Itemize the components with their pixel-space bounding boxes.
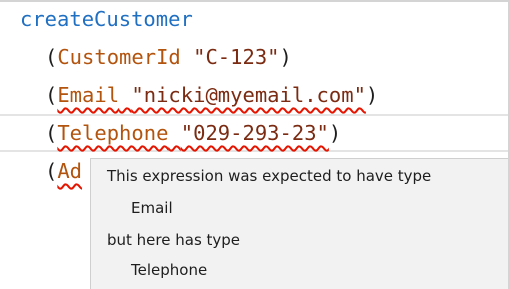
close-paren: ) [279,45,292,69]
code-line-email[interactable]: (Email "nicki@myemail.com") [0,76,510,114]
open-paren: ( [45,45,58,69]
close-paren: ) [328,121,342,145]
open-paren: ( [45,83,58,107]
code-line-create-customer[interactable]: createCustomer [0,0,510,38]
field-name: Ad [57,159,83,183]
code-editor[interactable]: createCustomer (CustomerId "C-123") (Ema… [0,0,510,289]
error-squiggle[interactable]: Email "nicki@myemail.com" [57,83,366,107]
code-line-telephone[interactable]: (Telephone "029-293-23") [0,114,508,152]
function-name: createCustomer [20,7,193,31]
field-name: Telephone [57,121,169,145]
code-line-customer-id[interactable]: (CustomerId "C-123") [0,38,510,76]
tooltip-actual-type: Telephone [131,261,208,279]
open-paren: ( [45,159,58,183]
string-value: "029-293-23" [180,121,329,145]
tooltip-message: but here has type [107,231,241,249]
string-value: "C-123" [193,45,280,69]
string-value: "nicki@myemail.com" [131,83,366,107]
error-tooltip: This expression was expected to have typ… [90,158,508,289]
open-paren: ( [45,121,58,145]
field-name: CustomerId [57,45,181,69]
tooltip-message: This expression was expected to have typ… [107,167,432,185]
field-name: Email [57,83,120,107]
error-squiggle[interactable]: Telephone "029-293-23" [57,121,329,145]
tooltip-expected-type: Email [131,199,173,217]
close-paren: ) [365,83,379,107]
